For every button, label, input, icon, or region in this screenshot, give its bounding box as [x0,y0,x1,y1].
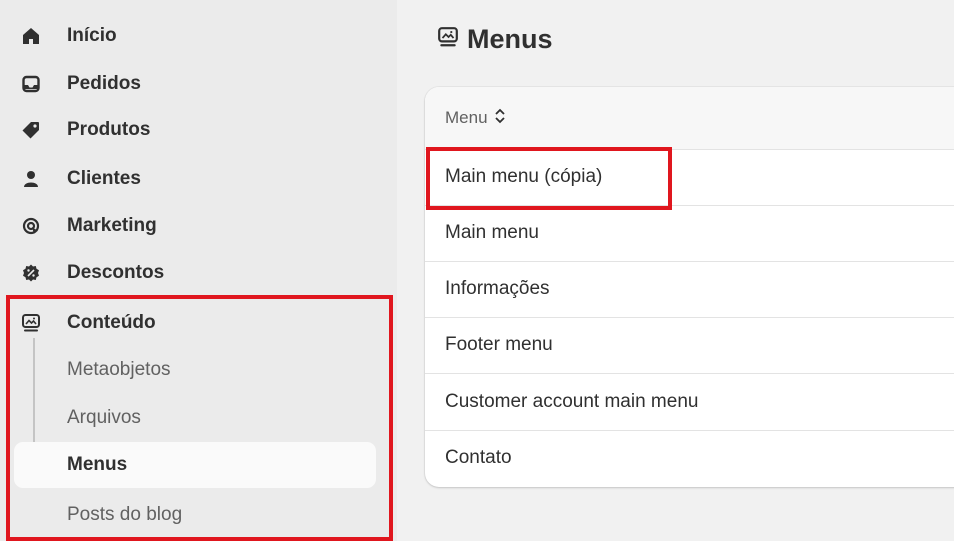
sidebar-item-pedidos[interactable]: Pedidos [0,64,380,104]
sidebar-item-conteudo[interactable]: Conteúdo [0,303,380,343]
sidebar-subitem-posts-do-blog[interactable]: Posts do blog [0,495,380,535]
sidebar-subitem-arquivos[interactable]: Arquivos [0,398,380,438]
table-cell-menu[interactable]: Customer account main menu [445,391,698,413]
sidebar-item-label: Clientes [67,168,141,189]
sidebar-subitem-label: Metaobjetos [67,359,171,380]
menus-table: Menu Main menu (cópia) Main menu Informa… [425,87,954,487]
target-icon [20,215,42,237]
table-row[interactable]: Main menu (cópia) [425,149,954,206]
table-row[interactable]: Customer account main menu [425,374,954,431]
sidebar-item-label: Marketing [67,215,157,236]
column-header-menu[interactable]: Menu [445,108,506,129]
sidebar-item-marketing[interactable]: Marketing [0,206,380,246]
table-row[interactable]: Informações [425,261,954,318]
content-icon [20,312,42,334]
table-cell-menu[interactable]: Contato [445,447,512,469]
sidebar-subitem-menus[interactable]: Menus [14,442,376,488]
sort-icon [494,108,506,129]
column-header-label: Menu [445,108,488,127]
inbox-icon [20,73,42,95]
discount-icon [20,262,42,284]
sidebar-item-label: Descontos [67,262,165,283]
table-header: Menu [425,87,954,150]
sidebar-item-produtos[interactable]: Produtos [0,110,380,150]
sidebar: Início Pedidos Produtos Clientes Marketi… [0,0,397,541]
tag-icon [20,119,42,141]
sidebar-item-label: Início [67,25,117,46]
sidebar-item-label: Conteúdo [67,312,156,333]
sidebar-item-label: Produtos [67,119,151,140]
sidebar-subitem-label: Menus [67,454,128,475]
page-title: Menus [437,24,553,55]
sidebar-subitem-label: Posts do blog [67,504,183,525]
table-cell-menu[interactable]: Main menu [445,222,539,244]
table-cell-menu[interactable]: Informações [445,278,550,300]
table-row[interactable]: Main menu [425,205,954,262]
table-row[interactable]: Footer menu [425,317,954,374]
sidebar-item-label: Pedidos [67,73,141,94]
sidebar-item-clientes[interactable]: Clientes [0,159,380,199]
main-content: Menus Menu Main menu (cópia) Main menu I… [397,0,954,541]
sidebar-subitem-label: Arquivos [67,407,141,428]
sidebar-subitem-metaobjetos[interactable]: Metaobjetos [0,350,380,390]
content-icon [437,26,459,53]
home-icon [20,25,42,47]
sidebar-item-inicio[interactable]: Início [0,16,380,56]
table-cell-menu[interactable]: Footer menu [445,334,553,356]
table-row[interactable]: Contato [425,430,954,486]
page-title-text: Menus [467,24,553,54]
table-cell-menu[interactable]: Main menu (cópia) [445,166,602,188]
person-icon [20,168,42,190]
sidebar-item-descontos[interactable]: Descontos [0,253,380,293]
